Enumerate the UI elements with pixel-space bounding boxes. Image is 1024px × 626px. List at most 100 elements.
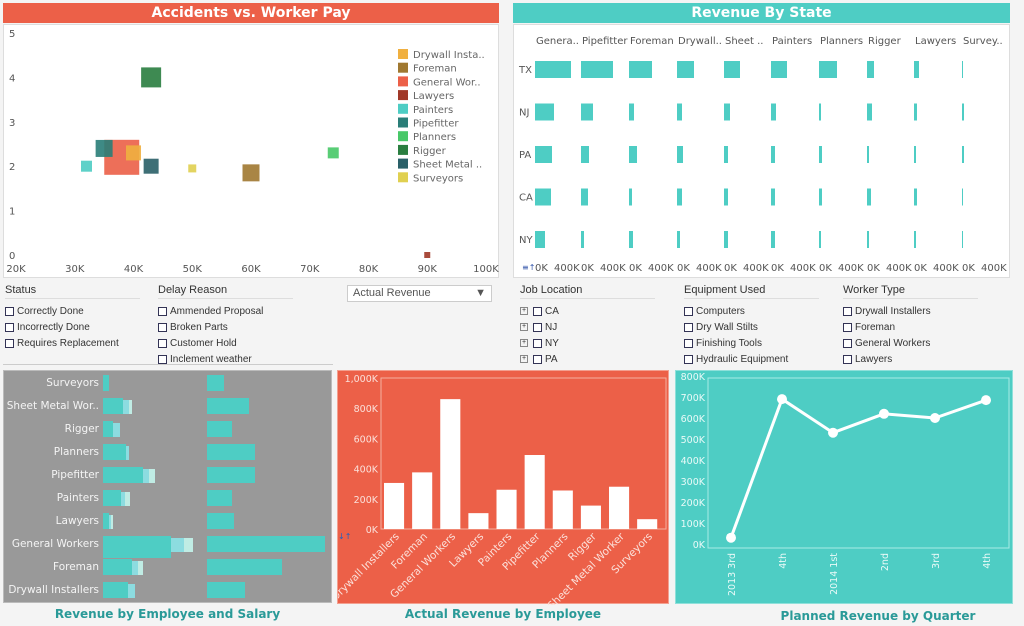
filter-option[interactable]: + NY [520,335,655,351]
state-bar [867,188,871,206]
revenue-bar [103,490,121,506]
filter-option-label: Correctly Done [17,305,84,317]
state-bar [962,231,963,248]
state-bar [819,188,822,206]
revenue-bar [468,513,489,529]
measure-select-value: Actual Revenue [353,287,431,299]
column-header: Pipefitter [582,36,628,47]
filter-option[interactable]: Incorrectly Done [5,319,140,335]
state-bar [819,231,821,248]
x-tick-label: 0K [771,263,784,274]
scatter-point [143,158,159,174]
category-label: Surveyors [46,377,99,389]
x-tick-label: 400K [838,263,864,274]
checkbox[interactable] [843,306,852,316]
state-bar [771,146,775,163]
y-tick-label: 2 [9,162,15,173]
filter-option-label: Requires Replacement [17,337,119,349]
checkbox[interactable] [684,338,693,348]
checkbox[interactable] [5,322,14,332]
state-bar [962,146,964,163]
filter-option[interactable]: Hydraulic Equipment [684,351,819,367]
checkbox[interactable] [684,354,693,364]
filter-option[interactable]: + PA [520,351,655,367]
state-bar [677,103,682,121]
category-label: General Workers [12,538,99,550]
checkbox[interactable] [684,322,693,332]
checkbox[interactable] [5,338,14,348]
checkbox[interactable] [158,338,167,348]
x-tick-label: 20K [6,264,26,275]
scatter-point [81,160,92,172]
y-tick-label: 5 [9,29,15,40]
filter-option[interactable]: Broken Parts [158,319,293,335]
expand-icon[interactable]: + [520,323,528,331]
filter-option-label: Drywall Installers [855,305,931,317]
checkbox[interactable] [843,354,852,364]
x-tick-label: 2nd [880,553,891,571]
revenue-bar [123,400,129,414]
column-header: Rigger [868,36,902,47]
filter-option[interactable]: Lawyers [843,351,978,367]
x-tick-label: 90K [418,264,438,275]
actual-revenue-panel: 0K 200K 400K 600K 800K 1,000K Drywall Installe… [329,370,669,612]
filter-option[interactable]: Customer Hold [158,335,293,351]
filter-option[interactable]: + CA [520,303,655,319]
data-point [777,394,787,405]
checkbox[interactable] [533,338,542,348]
filter-option[interactable]: Correctly Done [5,303,140,319]
x-tick-label: 0K [819,263,832,274]
y-tick-label: 4 [9,73,15,84]
filter-option[interactable]: Dry Wall Stilts [684,319,819,335]
expand-icon[interactable]: + [520,339,528,347]
checkbox[interactable] [533,354,542,364]
filter-option[interactable]: Foreman [843,319,978,335]
state-bar [629,188,632,206]
revenue-bar [103,467,143,483]
y-tick-label: 100K [681,519,706,530]
checkbox[interactable] [843,322,852,332]
revenue-bar [580,505,601,529]
checkbox[interactable] [5,306,14,316]
filter-option[interactable]: Finishing Tools [684,335,819,351]
row-label: NY [519,235,533,246]
column-header: Foreman [630,36,674,47]
checkbox[interactable] [158,354,167,364]
checkbox[interactable] [158,322,167,332]
revenue-bar [149,469,155,483]
salary-bar [207,444,255,460]
category-label: Pipefitter [51,469,99,481]
revenue-bar [103,375,109,391]
salary-bar [207,398,249,414]
state-bar [771,61,787,78]
filter-option-label: Inclement weather [170,353,252,365]
employee-salary-title: Revenue by Employee and Salary [54,607,281,621]
filter-option[interactable]: General Workers [843,335,978,351]
filter-option[interactable]: Drywall Installers [843,303,978,319]
x-tick-label: 0K [867,263,880,274]
revenue-bar [126,446,129,460]
filter-option[interactable]: + NJ [520,319,655,335]
revenue-bar [496,489,517,529]
filter-option[interactable]: Ammended Proposal [158,303,293,319]
category-label: Planners [54,446,99,458]
state-bar [629,103,634,121]
checkbox[interactable] [158,306,167,316]
state-bar [629,146,637,163]
revenue-bar [113,423,120,437]
measure-select[interactable]: Actual Revenue ▼ [347,285,492,302]
legend-label: Foreman [413,64,457,75]
filter-option[interactable]: Requires Replacement [5,335,140,351]
checkbox[interactable] [843,338,852,348]
checkbox[interactable] [533,306,542,316]
expand-icon[interactable]: + [520,307,528,315]
filter-equipment-label: Equipment Used [684,284,819,299]
filter-option[interactable]: Computers [684,303,819,319]
column-header: Genera.. [536,36,579,47]
scatter-chart: 0 1 2 3 4 5 20K 30K 40K 50K 60K 70K 80K 90K 100K Drywal… [6,29,499,275]
x-tick-label: 4th [778,553,789,569]
checkbox[interactable] [684,306,693,316]
checkbox[interactable] [533,322,542,332]
x-tick-label: 50K [183,264,203,275]
expand-icon[interactable]: + [520,355,528,363]
